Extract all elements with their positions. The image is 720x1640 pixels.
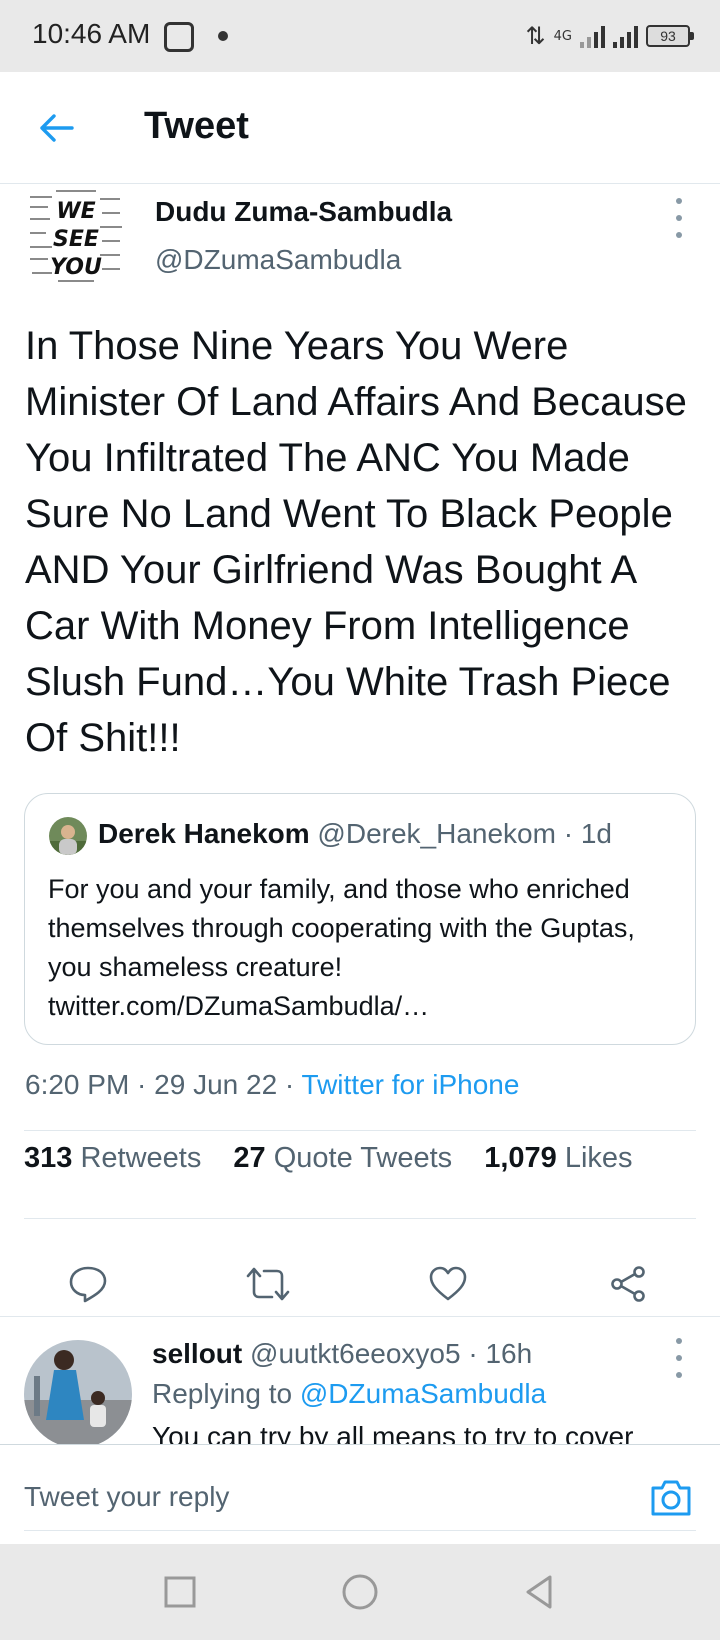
quotes-count: 27 xyxy=(233,1142,266,1174)
author-avatar[interactable]: WE SEE YOU xyxy=(26,188,126,288)
home-circle-icon[interactable] xyxy=(338,1570,382,1614)
divider xyxy=(24,1130,696,1131)
reply-text: You can try by all means to try to cover xyxy=(152,1421,634,1444)
status-bar: 10:46 AM ⇅ 4G 93 xyxy=(0,0,720,72)
quotes-label: Quote Tweets xyxy=(265,1142,453,1174)
quote-text: For you and your family, and those who e… xyxy=(48,874,635,1021)
replying-mention[interactable]: @DZumaSambudla xyxy=(300,1378,546,1409)
status-time: 10:46 AM xyxy=(32,18,151,49)
more-options-icon[interactable] xyxy=(674,1338,684,1378)
back-button[interactable] xyxy=(30,102,82,154)
quote-author-name: Derek Hanekom xyxy=(98,818,310,849)
retweets-label: Retweets xyxy=(72,1142,202,1174)
share-icon xyxy=(611,1266,645,1302)
reply-button[interactable] xyxy=(58,1254,118,1314)
reply-header: sellout @uutkt6eeoxyo5 · 16h xyxy=(152,1338,532,1370)
engagement-stats: 313 Retweets 27 Quote Tweets 1,079 Likes xyxy=(24,1142,657,1175)
replying-prefix: Replying to xyxy=(152,1378,300,1409)
source-link[interactable]: Twitter for iPhone xyxy=(302,1069,520,1100)
app-notification-icon xyxy=(164,22,194,52)
share-button[interactable] xyxy=(598,1254,658,1314)
system-nav-bar xyxy=(0,1544,720,1640)
quoted-tweet[interactable]: Derek Hanekom @Derek_Hanekom · 1d For yo… xyxy=(24,793,696,1045)
quote-avatar xyxy=(49,817,87,855)
timestamp-text: 6:20 PM · 29 Jun 22 · xyxy=(25,1069,302,1100)
author-name[interactable]: Dudu Zuma-Sambudla xyxy=(155,196,452,228)
app-header: Tweet xyxy=(0,72,720,184)
replying-to: Replying to @DZumaSambudla xyxy=(152,1378,546,1410)
camera-button[interactable] xyxy=(648,1475,694,1521)
battery-icon: 93 xyxy=(646,25,694,47)
data-arrows-icon: ⇅ xyxy=(525,22,546,50)
likes-label: Likes xyxy=(556,1142,633,1174)
page-title: Tweet xyxy=(144,105,249,147)
likes-count: 1,079 xyxy=(484,1142,557,1174)
like-button[interactable] xyxy=(418,1254,478,1314)
avatar-line-2: SEE xyxy=(53,227,99,252)
avatar-line-3: YOU xyxy=(50,255,102,280)
like-icon xyxy=(429,1266,467,1301)
retweets-count: 313 xyxy=(24,1142,73,1174)
signal-icon xyxy=(613,24,638,48)
reply-author-name[interactable]: sellout xyxy=(152,1338,242,1369)
quote-handle-time: @Derek_Hanekom · 1d xyxy=(309,818,612,849)
reply-input[interactable] xyxy=(24,1463,696,1531)
likes-stat[interactable]: 1,079 Likes xyxy=(484,1142,632,1174)
quotes-stat[interactable]: 27 Quote Tweets xyxy=(233,1142,452,1174)
reply-tweet[interactable]: sellout @uutkt6eeoxyo5 · 16h Replying to… xyxy=(0,1316,720,1444)
back-triangle-icon[interactable] xyxy=(518,1570,562,1614)
avatar-line-1: WE xyxy=(56,199,95,224)
more-options-icon[interactable] xyxy=(674,198,684,238)
quote-header: Derek Hanekom @Derek_Hanekom · 1d xyxy=(98,818,612,850)
signal-4g-icon xyxy=(580,24,605,48)
divider xyxy=(24,1218,696,1219)
tweet-timestamp: 6:20 PM · 29 Jun 22 · Twitter for iPhone xyxy=(25,1069,519,1101)
camera-icon xyxy=(651,1480,691,1516)
notification-dot-icon xyxy=(218,31,228,41)
retweet-button[interactable] xyxy=(238,1254,298,1314)
retweet-icon xyxy=(246,1267,290,1301)
reply-handle-time: @uutkt6eeoxyo5 · 16h xyxy=(242,1338,533,1369)
recents-square-icon[interactable] xyxy=(158,1570,202,1614)
retweets-stat[interactable]: 313 Retweets xyxy=(24,1142,201,1174)
arrow-left-icon xyxy=(40,114,74,142)
reply-icon xyxy=(69,1266,107,1303)
tweet-text: In Those Nine Years You Were Minister Of… xyxy=(25,324,687,760)
status-icons: ⇅ 4G 93 xyxy=(525,20,694,52)
reply-avatar[interactable] xyxy=(24,1340,132,1444)
author-handle[interactable]: @DZumaSambudla xyxy=(155,244,401,276)
compose-bar xyxy=(0,1444,720,1544)
network-type: 4G xyxy=(553,28,572,44)
